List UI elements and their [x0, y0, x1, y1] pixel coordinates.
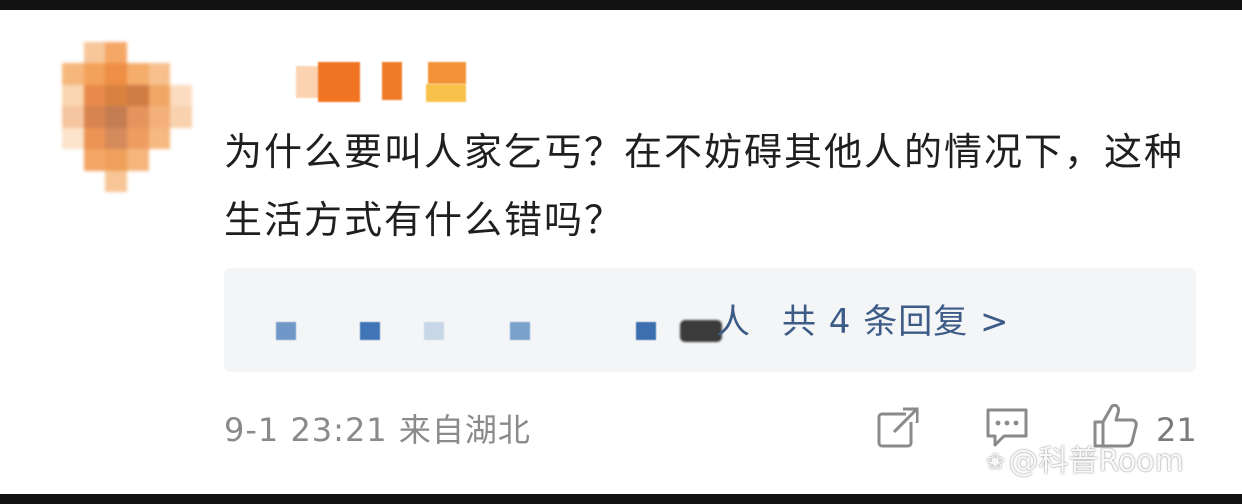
avatar-mosaic-cell	[126, 170, 149, 192]
username-mosaic-block	[426, 84, 466, 102]
username-mosaic-block	[296, 66, 320, 98]
avatar-mosaic-cell	[105, 106, 127, 128]
avatar-mosaic-cell	[170, 84, 192, 107]
avatar-mosaic-cell	[126, 42, 149, 64]
watermark-logo-icon: ❀	[986, 449, 1005, 475]
watermark-text: @科普Room	[1008, 444, 1184, 479]
avatar-mosaic-cell	[62, 170, 84, 192]
username-mosaic-block	[382, 62, 402, 100]
reply-avatar-dot	[276, 322, 296, 340]
reply-avatar-dot	[424, 322, 444, 340]
reply-avatar-dot	[360, 322, 380, 340]
timestamp-location: 9-1 23:21 来自湖北	[224, 411, 531, 449]
view-replies-link[interactable]: 共 4 条回复 >	[782, 296, 1010, 348]
avatar-mosaic-cell	[170, 149, 192, 171]
avatar-mosaic-cell	[170, 106, 192, 128]
username[interactable]	[296, 62, 471, 102]
avatar-mosaic-cell	[170, 170, 192, 192]
avatar-mosaic-cell	[62, 127, 84, 150]
avatar-mosaic-cell	[170, 42, 192, 64]
avatar-mosaic-cell	[105, 42, 127, 64]
avatar-mosaic-cell	[62, 63, 84, 85]
avatar-mosaic-cell	[83, 84, 106, 107]
avatar-mosaic-cell	[62, 42, 84, 64]
reply-avatar-dot	[636, 322, 656, 340]
avatar-mosaic-cell	[126, 127, 149, 150]
avatar-mosaic-cell	[62, 149, 84, 171]
avatar-mosaic-cell	[83, 127, 106, 150]
username-mosaic-block	[318, 62, 360, 102]
avatar-mosaic-cell	[126, 63, 149, 85]
avatar-mosaic-cell	[83, 170, 106, 192]
avatar-mosaic-cell	[148, 84, 171, 107]
avatar-mosaic-cell	[105, 84, 127, 107]
avatar-mosaic-cell	[148, 149, 171, 171]
weibo-comment-screen: 为什么要叫人家乞丐？在不妨碍其他人的情况下，这种生活方式有什么错吗？ 人 共 4…	[0, 0, 1242, 504]
avatar-mosaic-cell	[148, 127, 171, 150]
top-edge-bar	[0, 0, 1242, 10]
avatar-mosaic-cell	[83, 106, 106, 128]
avatar-mosaic-cell	[148, 63, 171, 85]
share-icon[interactable]	[876, 406, 920, 454]
avatar-mosaic-cell	[126, 149, 149, 171]
avatar-mosaic-cell	[62, 84, 84, 107]
avatar-mosaic-cell	[105, 149, 127, 171]
avatar-mosaic-cell	[105, 170, 127, 192]
avatar-mosaic-cell	[148, 170, 171, 192]
avatar-mosaic-cell	[83, 63, 106, 85]
reply-avatar-dot	[510, 322, 530, 340]
avatar-mosaic-cell	[105, 127, 127, 150]
reply-user-name-tail[interactable]: 人	[716, 296, 750, 348]
bottom-edge-bar	[0, 494, 1242, 504]
avatar-mosaic-cell	[170, 127, 192, 150]
avatar[interactable]	[62, 42, 192, 192]
avatar-mosaic-cell	[83, 42, 106, 64]
avatar-mosaic-cell	[105, 63, 127, 85]
username-mosaic-block	[428, 62, 466, 84]
avatar-mosaic-cell	[126, 84, 149, 107]
avatar-mosaic-cell	[62, 106, 84, 128]
avatar-mosaic-cell	[148, 106, 171, 128]
avatar-mosaic-cell	[126, 106, 149, 128]
watermark: ❀ @科普Room	[986, 440, 1184, 485]
avatar-mosaic-cell	[83, 149, 106, 171]
avatar-mosaic-cell	[170, 63, 192, 85]
comment-text: 为什么要叫人家乞丐？在不妨碍其他人的情况下，这种生活方式有什么错吗？	[224, 130, 1185, 242]
avatar-mosaic-cell	[148, 42, 171, 64]
